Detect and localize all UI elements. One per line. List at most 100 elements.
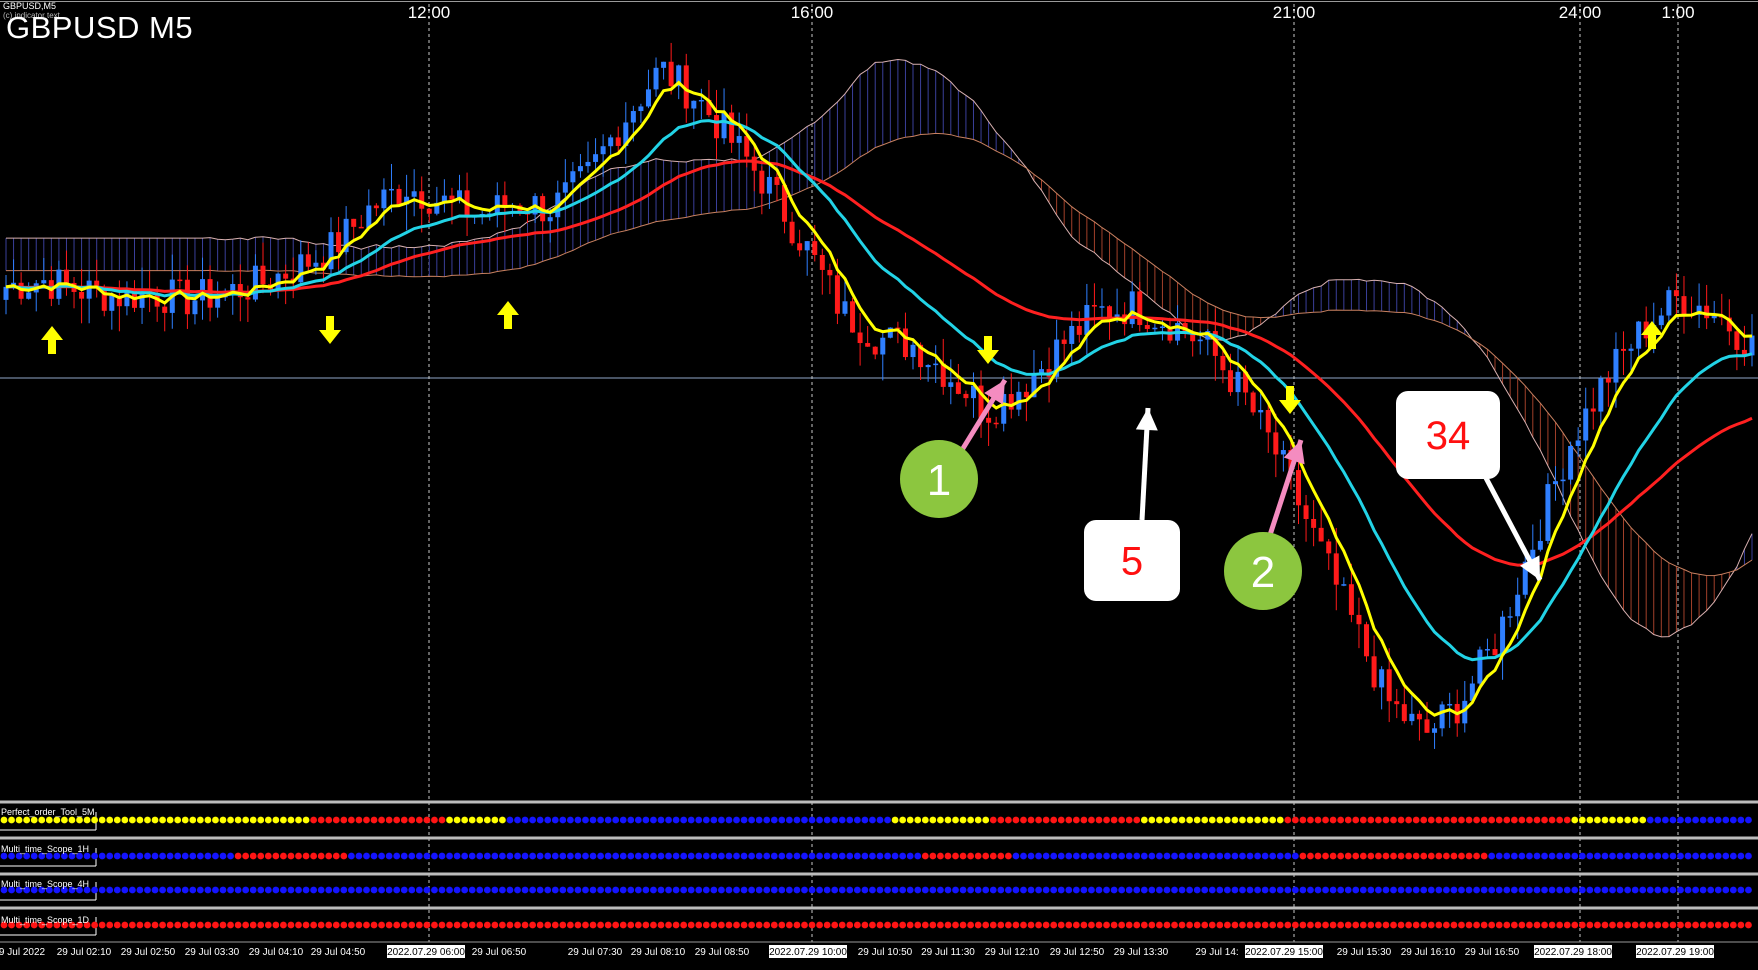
svg-text:29 Jul 10:50: 29 Jul 10:50 (858, 947, 913, 958)
dot-row-2 (0, 882, 1752, 901)
candle (1394, 688, 1400, 719)
candle (1341, 577, 1347, 587)
candle (577, 154, 583, 178)
candle (200, 257, 206, 320)
annotations: 1 5 2 34 (900, 378, 1543, 610)
candle (1273, 413, 1279, 478)
svg-text:1: 1 (927, 456, 951, 505)
candle (963, 390, 969, 407)
candle (109, 292, 115, 330)
candle (1507, 606, 1513, 628)
top-time-label-4: 1:00 (1661, 3, 1694, 22)
sell-arrow-icon (1279, 386, 1301, 414)
svg-text:29 Jul 08:50: 29 Jul 08:50 (695, 947, 750, 958)
candle (396, 184, 402, 205)
candle (797, 229, 803, 257)
candle (381, 178, 387, 226)
buy-arrow-icon (41, 326, 63, 354)
candle (872, 346, 878, 360)
candle (1061, 330, 1067, 363)
candle (857, 313, 863, 366)
price-chart[interactable]: 1 5 2 34 12:00 16:00 21:00 24:00 1:00 9 Jul 2022… (0, 0, 1758, 965)
candle (1137, 282, 1143, 332)
candle (1258, 393, 1264, 430)
candle (1666, 286, 1672, 324)
candle (789, 211, 795, 246)
bottom-time-label-2: 29 Jul 02:50 (121, 947, 176, 958)
candle (290, 257, 296, 299)
candle (1636, 320, 1642, 358)
svg-text:2: 2 (1251, 548, 1275, 597)
candle (1129, 281, 1135, 328)
svg-text:2022.07.29 18:00: 2022.07.29 18:00 (1534, 947, 1612, 958)
candle (827, 263, 833, 295)
candle (479, 210, 485, 225)
candle (373, 203, 379, 217)
candle (1311, 500, 1317, 547)
bottom-time-label-17: 29 Jul 14: (1195, 947, 1238, 958)
candle (1432, 723, 1438, 749)
bottom-time-label-1: 29 Jul 02:10 (57, 947, 112, 958)
candle (1167, 317, 1173, 344)
svg-text:29 Jul 02:50: 29 Jul 02:50 (121, 947, 176, 958)
candle (1477, 646, 1483, 689)
candle (744, 113, 750, 168)
svg-text:2022.07.29 19:00: 2022.07.29 19:00 (1636, 947, 1714, 958)
candle (192, 297, 198, 325)
sell-arrow-icon (977, 336, 999, 364)
candle (71, 276, 77, 309)
candle (426, 208, 432, 222)
candle (1008, 373, 1014, 419)
svg-text:29 Jul 03:30: 29 Jul 03:30 (185, 947, 240, 958)
candle (1704, 284, 1710, 330)
candle (1719, 293, 1725, 326)
candle (615, 126, 621, 152)
bottom-time-label-7: 29 Jul 06:50 (472, 947, 527, 958)
candle (925, 364, 931, 382)
candle (585, 141, 591, 173)
candle (1711, 300, 1717, 323)
top-time-label-0: 12:00 (408, 3, 451, 22)
ma-mid-line (5, 119, 1753, 662)
candle (1590, 387, 1596, 430)
candle (1605, 371, 1611, 407)
top-time-label-3: 24:00 (1559, 3, 1602, 22)
candle (1545, 473, 1551, 544)
cloud-span-b (6, 132, 1753, 577)
candle (1658, 307, 1664, 330)
bottom-time-label-6: 2022.07.29 06:00 (387, 945, 465, 958)
svg-text:34: 34 (1426, 414, 1471, 458)
svg-text:29 Jul 04:50: 29 Jul 04:50 (311, 947, 366, 958)
dot-row-1 (0, 848, 1752, 867)
candle (1416, 710, 1422, 741)
candle (1741, 325, 1747, 366)
candle (1212, 309, 1218, 381)
candle (1303, 494, 1309, 542)
candle (638, 103, 644, 123)
svg-text:29 Jul 11:30: 29 Jul 11:30 (921, 947, 975, 958)
candle (411, 169, 417, 217)
bottom-time-label-4: 29 Jul 04:10 (249, 947, 304, 958)
buy-arrow-icon (497, 301, 519, 329)
svg-text:5: 5 (1121, 540, 1143, 584)
svg-text:29 Jul 12:50: 29 Jul 12:50 (1050, 947, 1105, 958)
candle (751, 146, 757, 192)
bottom-time-label-3: 29 Jul 03:30 (185, 947, 240, 958)
svg-text:2022.07.29 06:00: 2022.07.29 06:00 (387, 947, 465, 958)
candle (804, 241, 810, 276)
bottom-time-label-20: 29 Jul 16:10 (1401, 947, 1456, 958)
sell-arrow-icon (319, 316, 341, 344)
candle (1023, 383, 1029, 422)
bottom-time-label-15: 29 Jul 12:50 (1050, 947, 1105, 958)
svg-text:29 Jul 16:50: 29 Jul 16:50 (1465, 947, 1520, 958)
candle (948, 359, 954, 405)
svg-text:29 Jul 13:30: 29 Jul 13:30 (1114, 947, 1169, 958)
candle (1681, 276, 1687, 334)
candle (1250, 390, 1256, 416)
candle (351, 218, 357, 240)
svg-text:29 Jul 06:50: 29 Jul 06:50 (472, 947, 527, 958)
bottom-time-label-10: 29 Jul 08:50 (695, 947, 750, 958)
chart-window[interactable]: 1 5 2 34 12:00 16:00 21:00 24:00 1:00 9 Jul 2022… (0, 0, 1758, 965)
bottom-time-label-19: 29 Jul 15:30 (1337, 947, 1392, 958)
candle (441, 179, 447, 213)
